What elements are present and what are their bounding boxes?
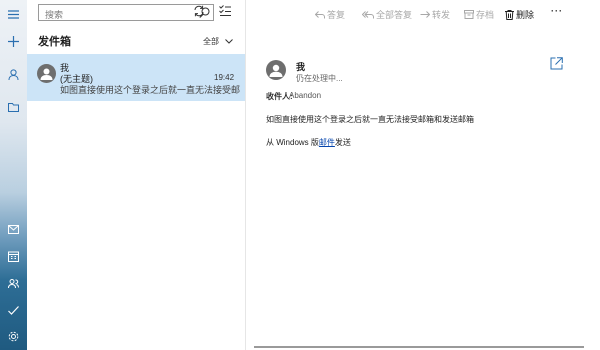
compose-icon <box>8 35 19 47</box>
reader-sender: 我 <box>296 62 306 72</box>
message-body: 如图直接使用这个登录之后就一直无法接受邮箱和发送邮箱 <box>266 115 474 124</box>
reply-button[interactable]: 答复 <box>315 8 345 21</box>
reply-label: 答复 <box>327 10 346 20</box>
mail-switch-button[interactable] <box>0 217 27 241</box>
reply-all-button[interactable]: 全部答复 <box>362 8 412 21</box>
reply-all-label: 全部答复 <box>376 10 413 20</box>
message-signature: 从 Windows 版邮件发送 <box>266 137 351 148</box>
folder-icon <box>8 103 19 112</box>
chevron-down-icon <box>225 39 234 44</box>
delete-button[interactable]: 删除 <box>505 8 534 21</box>
mail-icon <box>8 224 19 234</box>
app-rail <box>0 0 27 350</box>
todo-switch-button[interactable] <box>0 298 27 322</box>
to-recipient[interactable]: Abandon <box>289 91 321 100</box>
popout-icon <box>550 57 563 70</box>
signature-link[interactable]: 邮件 <box>319 138 335 147</box>
message-list-pane: 搜索 发件箱 全部 我 (无主题) 如图直接使用这个登录之后就一直无法接受邮件 … <box>27 0 246 350</box>
hamburger-icon <box>8 9 19 19</box>
signature-prefix: 从 Windows 版 <box>266 138 319 147</box>
folder-title: 发件箱 <box>38 36 71 48</box>
settings-button[interactable] <box>0 324 27 348</box>
select-icon <box>219 5 231 16</box>
message-time: 19:42 <box>214 73 235 82</box>
search-box[interactable]: 搜索 <box>38 4 214 21</box>
sync-icon <box>194 5 204 17</box>
reader-status: 仍在处理中... <box>296 74 343 83</box>
sync-button[interactable] <box>193 5 205 19</box>
new-mail-button[interactable] <box>0 29 27 53</box>
accounts-button[interactable] <box>0 62 27 86</box>
people-icon <box>8 278 19 288</box>
search-input[interactable]: 搜索 <box>45 8 63 21</box>
people-switch-button[interactable] <box>0 271 27 295</box>
filter-label: 全部 <box>203 37 219 46</box>
delete-label: 删除 <box>516 10 535 20</box>
calendar-switch-button[interactable] <box>0 244 27 268</box>
folders-button[interactable] <box>0 95 27 119</box>
horizontal-scrollbar[interactable] <box>254 346 584 348</box>
archive-label: 存档 <box>476 10 495 20</box>
reply-all-icon <box>362 10 374 18</box>
avatar-icon <box>37 64 56 83</box>
archive-button[interactable]: 存档 <box>464 8 494 21</box>
list-item[interactable]: 我 (无主题) 如图直接使用这个登录之后就一直无法接受邮件 19:42 <box>27 54 245 101</box>
signature-suffix: 发送 <box>334 138 351 147</box>
settings-icon <box>8 331 19 341</box>
reply-icon <box>315 10 325 18</box>
person-icon <box>8 68 19 80</box>
trash-icon <box>505 9 514 20</box>
selection-mode-button[interactable] <box>219 5 231 18</box>
filter-dropdown[interactable]: 全部 <box>203 36 234 47</box>
reading-pane: 答复 全部答复 转发 存档 删除 ··· 我 仍在处理中... 收件人: Aba… <box>246 0 600 350</box>
calendar-icon <box>8 251 19 262</box>
sender-avatar-icon <box>266 60 286 80</box>
forward-button[interactable]: 转发 <box>420 8 450 21</box>
hamburger-button[interactable] <box>0 2 27 26</box>
todo-icon <box>8 305 19 315</box>
archive-icon <box>464 10 474 19</box>
message-preview: 如图直接使用这个登录之后就一直无法接受邮件 <box>60 85 240 95</box>
more-actions-button[interactable]: ··· <box>551 6 563 16</box>
forward-label: 转发 <box>432 10 451 20</box>
popout-button[interactable] <box>550 57 563 72</box>
forward-icon <box>420 10 430 18</box>
